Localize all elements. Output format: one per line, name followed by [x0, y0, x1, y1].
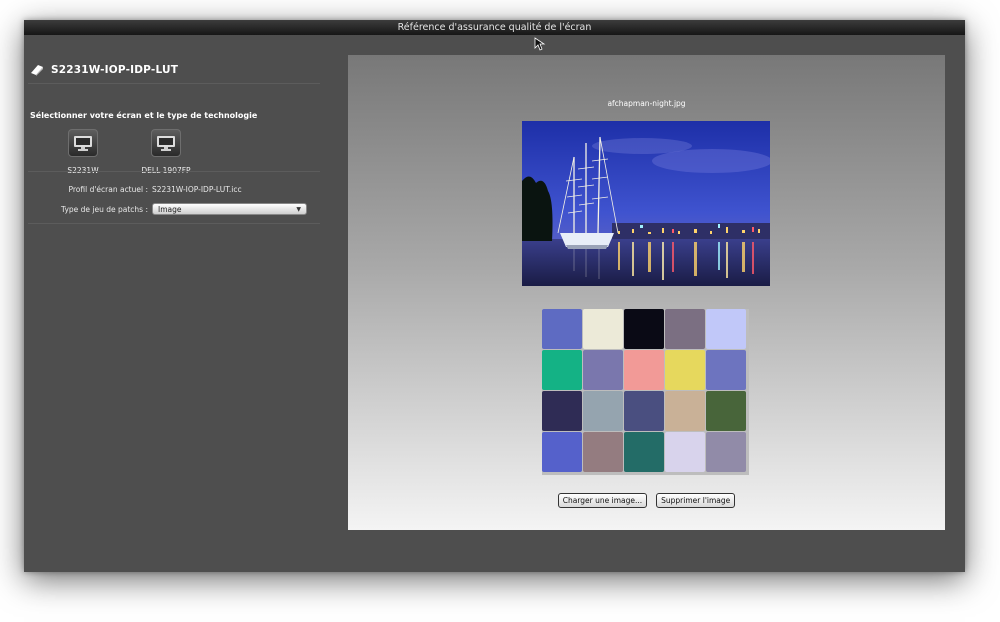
color-patch	[706, 432, 746, 472]
profile-label: Profil d'écran actuel :	[68, 184, 149, 194]
window-title: Référence d'assurance qualité de l'écran	[24, 20, 965, 35]
color-patch	[624, 432, 664, 472]
color-patch	[665, 391, 705, 431]
patch-type-select[interactable]: Image ▼	[152, 203, 307, 215]
color-patch	[665, 309, 705, 349]
image-actions: Charger une image... Supprimer l'image	[348, 493, 945, 508]
patch-type-row: Type de jeu de patchs : Image ▼	[24, 202, 322, 216]
device-title-label: S2231W-IOP-IDP-LUT	[51, 64, 179, 76]
color-patch	[583, 309, 623, 349]
color-patch	[665, 350, 705, 390]
preview-image	[522, 121, 770, 286]
color-patch-grid	[542, 309, 749, 475]
color-patch	[706, 391, 746, 431]
sidebar: S2231W-IOP-IDP-LUT Sélectionner votre éc…	[24, 35, 322, 572]
app-window: Référence d'assurance qualité de l'écran…	[24, 20, 965, 572]
delete-image-button[interactable]: Supprimer l'image	[656, 493, 736, 508]
color-patch	[542, 309, 582, 349]
color-patch	[583, 350, 623, 390]
patch-type-value: Image	[158, 204, 182, 214]
preview-panel: afchapman-night.jpg Charger une image...…	[348, 55, 945, 530]
color-patch	[542, 350, 582, 390]
calibrator-icon	[31, 65, 43, 76]
monitor-option-dell-1907fp[interactable]: DELL 1907FP	[136, 129, 196, 175]
color-patch	[542, 391, 582, 431]
divider	[28, 171, 320, 172]
divider	[28, 83, 320, 84]
color-patch	[583, 391, 623, 431]
color-patch	[583, 432, 623, 472]
load-image-button[interactable]: Charger une image...	[557, 493, 648, 508]
profile-row: Profil d'écran actuel : S2231W-IOP-IDP-L…	[24, 182, 322, 196]
color-patch	[542, 432, 582, 472]
profile-value: S2231W-IOP-IDP-LUT.icc	[152, 184, 242, 194]
color-patch	[624, 309, 664, 349]
monitor-button[interactable]	[68, 129, 98, 157]
divider	[28, 223, 320, 224]
color-patch	[665, 432, 705, 472]
patch-type-label: Type de jeu de patchs :	[61, 204, 148, 214]
image-filename: afchapman-night.jpg	[607, 99, 686, 108]
monitor-button[interactable]	[151, 129, 181, 157]
chevron-down-icon: ▼	[296, 205, 301, 213]
monitor-icon	[157, 135, 175, 151]
color-patch	[624, 350, 664, 390]
color-patch	[624, 391, 664, 431]
section-heading: Sélectionner votre écran et le type de t…	[30, 111, 258, 120]
mouse-cursor-icon	[534, 37, 546, 51]
monitor-option-s2231w[interactable]: S2231W	[53, 129, 113, 175]
color-patch	[706, 350, 746, 390]
device-title: S2231W-IOP-IDP-LUT	[30, 61, 178, 79]
color-patch	[706, 309, 746, 349]
monitor-icon	[74, 135, 92, 151]
